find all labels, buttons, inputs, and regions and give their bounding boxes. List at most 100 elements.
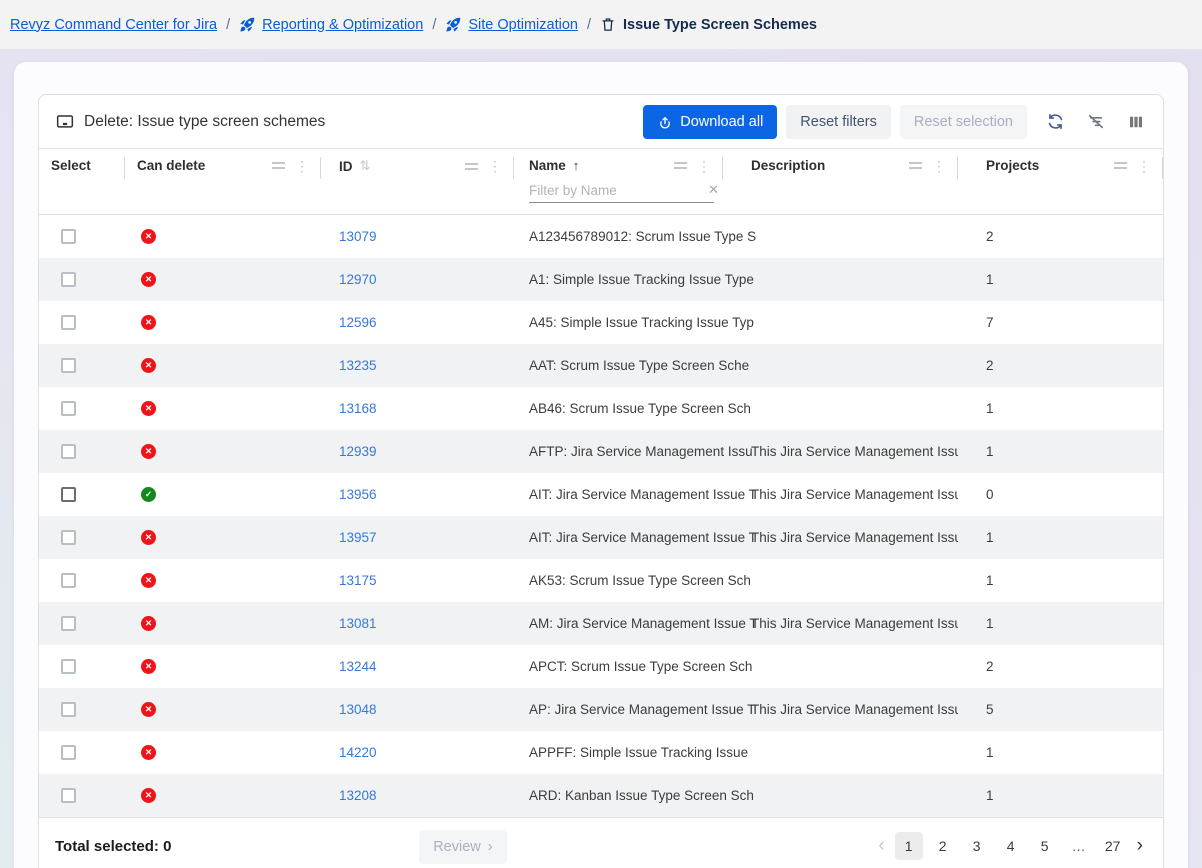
row-description: [723, 645, 958, 688]
breadcrumb: Revyz Command Center for Jira / Reportin…: [0, 0, 1202, 50]
can-delete-no-icon: ✕: [141, 401, 156, 416]
column-menu-icon[interactable]: ⋮: [295, 159, 309, 173]
row-projects: 1: [958, 731, 1163, 774]
row-description: This Jira Service Management Issue Ty: [723, 688, 958, 731]
filter-equals-icon[interactable]: [272, 162, 285, 169]
row-name: AK53: Scrum Issue Type Screen Sch: [514, 559, 723, 602]
row-checkbox[interactable]: [61, 444, 76, 459]
prev-page-icon[interactable]: ‹: [874, 833, 888, 859]
table-row: ✕ 12939 AFTP: Jira Service Management Is…: [39, 430, 1163, 473]
column-menu-icon[interactable]: ⋮: [488, 159, 502, 173]
row-checkbox[interactable]: [61, 616, 76, 631]
next-page-icon[interactable]: ›: [1133, 833, 1147, 859]
breadcrumb-current: Issue Type Screen Schemes: [600, 16, 817, 33]
row-id-link[interactable]: 13957: [339, 530, 377, 545]
column-menu-icon[interactable]: ⋮: [932, 159, 946, 173]
table-row: ✓ 13956 AIT: Jira Service Management Iss…: [39, 473, 1163, 516]
table-row: ✕ 13079 A123456789012: Scrum Issue Type …: [39, 215, 1163, 258]
column-header-projects[interactable]: Projects ⋮: [958, 149, 1163, 214]
row-description: [723, 387, 958, 430]
pagination: ‹ 12345…27 ›: [874, 830, 1147, 860]
can-delete-no-icon: ✕: [141, 315, 156, 330]
download-all-button[interactable]: Download all: [643, 105, 777, 139]
row-projects: 1: [958, 774, 1163, 817]
page-button[interactable]: 5: [1031, 832, 1059, 860]
row-id-link[interactable]: 13081: [339, 616, 377, 631]
column-menu-icon[interactable]: ⋮: [1137, 159, 1151, 173]
row-description: [723, 344, 958, 387]
row-projects: 1: [958, 258, 1163, 301]
row-projects: 1: [958, 516, 1163, 559]
row-checkbox[interactable]: [61, 659, 76, 674]
refresh-icon[interactable]: [1044, 110, 1067, 133]
sort-icon[interactable]: ⇅: [360, 158, 371, 174]
row-id-link[interactable]: 13048: [339, 702, 377, 717]
column-header-id[interactable]: ID ⇅ ⋮: [321, 149, 514, 214]
row-name: APPFF: Simple Issue Tracking Issue: [514, 731, 723, 774]
row-id-link[interactable]: 13175: [339, 573, 377, 588]
delete-schemes-panel: Delete: Issue type screen schemes Downlo…: [38, 94, 1164, 868]
breadcrumb-link-site-optimization[interactable]: Site Optimization: [468, 17, 578, 33]
row-id-link[interactable]: 13956: [339, 487, 377, 502]
row-id-link[interactable]: 14220: [339, 745, 377, 760]
filter-equals-icon[interactable]: [909, 162, 922, 169]
column-header-name[interactable]: Name ↑ ⋮ ✕: [514, 149, 723, 214]
row-id-link[interactable]: 12939: [339, 444, 377, 459]
table-row: ✕ 13081 AM: Jira Service Management Issu…: [39, 602, 1163, 645]
can-delete-no-icon: ✕: [141, 530, 156, 545]
row-id-link[interactable]: 12970: [339, 272, 377, 287]
breadcrumb-link-reporting[interactable]: Reporting & Optimization: [262, 17, 423, 33]
reset-filters-button[interactable]: Reset filters: [786, 105, 891, 139]
column-menu-icon[interactable]: ⋮: [697, 159, 711, 173]
row-checkbox[interactable]: [61, 315, 76, 330]
sort-ascending-icon[interactable]: ↑: [573, 158, 580, 173]
table-row: ✕ 13208 ARD: Kanban Issue Type Screen Sc…: [39, 774, 1163, 817]
pagination-ellipsis: …: [1065, 832, 1093, 860]
filter-equals-icon[interactable]: [674, 162, 687, 169]
page-button[interactable]: 3: [963, 832, 991, 860]
row-id-link[interactable]: 13235: [339, 358, 377, 373]
row-projects: 1: [958, 559, 1163, 602]
row-checkbox[interactable]: [61, 702, 76, 717]
row-id-link[interactable]: 13079: [339, 229, 377, 244]
row-checkbox[interactable]: [61, 487, 76, 502]
row-description: This Jira Service Management Issue Ty: [723, 430, 958, 473]
row-id-link[interactable]: 13168: [339, 401, 377, 416]
column-header-description[interactable]: Description ⋮: [723, 149, 958, 214]
row-id-link[interactable]: 13244: [339, 659, 377, 674]
columns-icon[interactable]: [1125, 111, 1147, 133]
row-checkbox[interactable]: [61, 229, 76, 244]
row-checkbox[interactable]: [61, 745, 76, 760]
row-checkbox[interactable]: [61, 358, 76, 373]
page-button[interactable]: 4: [997, 832, 1025, 860]
page-button[interactable]: 1: [895, 832, 923, 860]
panel-toolbar: Delete: Issue type screen schemes Downlo…: [39, 95, 1163, 148]
breadcrumb-link-home[interactable]: Revyz Command Center for Jira: [10, 17, 217, 33]
row-name: AP: Jira Service Management Issue T: [514, 688, 723, 731]
row-checkbox[interactable]: [61, 272, 76, 287]
row-checkbox[interactable]: [61, 788, 76, 803]
row-checkbox[interactable]: [61, 573, 76, 588]
row-id-link[interactable]: 13208: [339, 788, 377, 803]
row-checkbox[interactable]: [61, 401, 76, 416]
row-name: A1: Simple Issue Tracking Issue Type: [514, 258, 723, 301]
row-checkbox[interactable]: [61, 530, 76, 545]
page-button[interactable]: 27: [1099, 832, 1127, 860]
can-delete-no-icon: ✕: [141, 659, 156, 674]
review-button[interactable]: Review ›: [419, 830, 506, 864]
page-button[interactable]: 2: [929, 832, 957, 860]
reset-selection-button[interactable]: Reset selection: [900, 105, 1027, 139]
row-name: AIT: Jira Service Management Issue T: [514, 516, 723, 559]
breadcrumb-separator: /: [226, 17, 230, 33]
row-projects: 1: [958, 602, 1163, 645]
row-id-link[interactable]: 12596: [339, 315, 377, 330]
screen-icon: [55, 112, 75, 132]
filter-equals-icon[interactable]: [1114, 162, 1127, 169]
name-filter-input[interactable]: [529, 183, 706, 198]
clear-filter-icon[interactable]: ✕: [706, 182, 721, 198]
table-row: ✕ 13957 AIT: Jira Service Management Iss…: [39, 516, 1163, 559]
column-header-can-delete[interactable]: Can delete ⋮: [125, 149, 321, 214]
filter-off-icon[interactable]: [1084, 110, 1108, 134]
can-delete-no-icon: ✕: [141, 745, 156, 760]
filter-equals-icon[interactable]: [465, 163, 478, 170]
